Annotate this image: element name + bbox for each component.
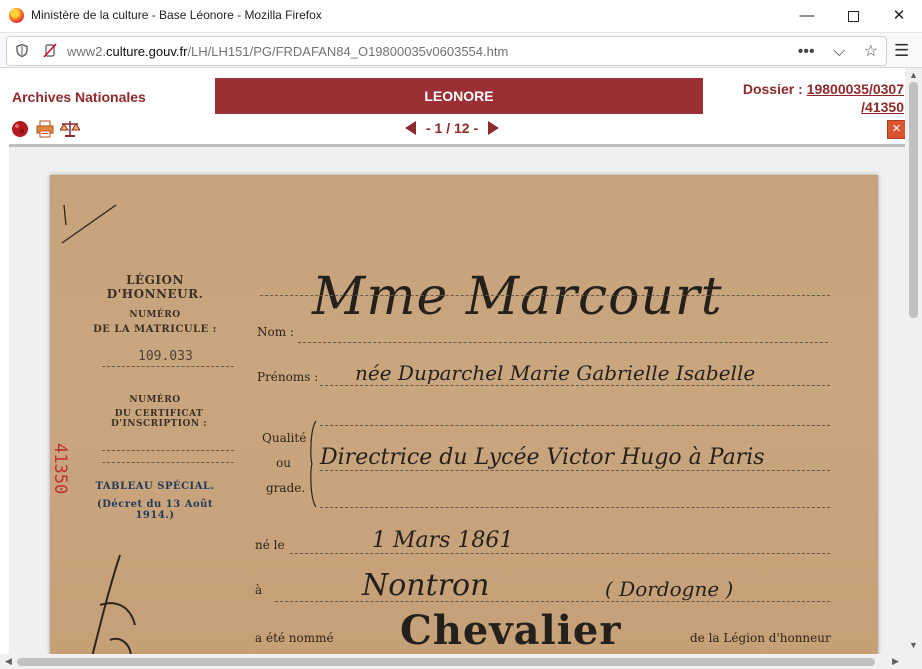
doc-rule (102, 450, 234, 451)
doc-matricule-label: NUMÉRO (129, 310, 181, 320)
url-bar[interactable]: www2.culture.gouv.fr/LH/LH151/PG/FRDAFAN… (6, 36, 887, 66)
doc-value-lieu: Nontron (362, 568, 490, 603)
doc-label-ordre: de la Légion d'honneur (690, 631, 831, 645)
scroll-down-icon[interactable]: ▼ (909, 640, 918, 650)
doc-matricule-label2: DE LA MATRICULE : (93, 324, 217, 335)
brace-mark (310, 420, 317, 508)
doc-value-ne: 1 Mars 1861 (372, 528, 514, 553)
leonore-banner: LEONORE (215, 78, 703, 114)
hamburger-menu-icon[interactable]: ☰ (894, 41, 909, 61)
url-text[interactable]: www2.culture.gouv.fr/LH/LH151/PG/FRDAFAN… (67, 44, 508, 59)
maximize-icon (847, 11, 859, 22)
doc-label-prenoms: Prénoms : (257, 370, 319, 384)
doc-special-decree: (Décret du 13 Août 1914.) (96, 499, 214, 521)
doc-stamp-number: 41350 (50, 443, 70, 495)
doc-label-ou: ou (276, 456, 291, 470)
document-viewer[interactable]: LÉGION D'HONNEUR. NUMÉRO DE LA MATRICULE… (9, 147, 905, 658)
firefox-logo-icon (9, 8, 24, 23)
doc-matricule-value: 109.033 (138, 349, 193, 364)
scroll-up-icon[interactable]: ▲ (909, 70, 918, 80)
doc-label-nom: Nom : (257, 325, 294, 339)
doc-rule (298, 342, 828, 343)
bookmark-star-icon[interactable]: ☆ (864, 41, 878, 61)
vertical-scrollbar[interactable]: ▲ ▼ (905, 68, 922, 654)
window-titlebar: Ministère de la culture - Base Léonore -… (0, 0, 922, 33)
pen-stroke-mark (61, 204, 117, 244)
doc-label-nomme: a été nommé (255, 631, 334, 645)
doc-rule (290, 553, 830, 554)
vertical-scroll-thumb[interactable] (909, 82, 918, 318)
page-indicator: - 1 / 12 - (426, 120, 479, 136)
doc-label-ne: né le (255, 538, 285, 552)
doc-value-prenoms: née Duparchel Marie Gabrielle Isabelle (355, 361, 756, 385)
page-content: Archives Nationales LEONORE Dossier : 19… (0, 68, 922, 669)
dossier-link-part2[interactable]: /41350 (861, 99, 904, 115)
doc-label-a: à (255, 583, 263, 597)
pagination: - 1 / 12 - (405, 120, 500, 136)
brand-title: Archives Nationales (12, 89, 146, 105)
doc-label-qualite: Qualité (262, 431, 307, 445)
maximize-button[interactable] (830, 0, 876, 32)
navigation-bar: www2.culture.gouv.fr/LH/LH151/PG/FRDAFAN… (0, 33, 922, 68)
doc-special-title: TABLEAU SPÉCIAL. (95, 481, 215, 492)
horizontal-scrollbar[interactable]: ◀ ▶ (0, 654, 922, 669)
more-icon[interactable]: ••• (798, 43, 815, 61)
horizontal-scroll-thumb[interactable] (17, 658, 875, 666)
close-viewer-button[interactable]: × (887, 120, 906, 139)
scales-icon[interactable] (60, 120, 80, 138)
scroll-right-icon[interactable]: ▶ (892, 656, 899, 667)
doc-rule (260, 295, 830, 296)
doc-rule (320, 470, 830, 471)
doc-value-dept: ( Dordogne ) (605, 577, 734, 601)
print-icon[interactable] (36, 120, 54, 138)
doc-rule (102, 462, 234, 463)
doc-value-grade: Chevalier (400, 607, 622, 654)
doc-value-qualite: Directrice du Lycée Victor Hugo à Paris (320, 445, 765, 470)
doc-rule (320, 425, 830, 426)
document-scan-image: LÉGION D'HONNEUR. NUMÉRO DE LA MATRICULE… (50, 175, 878, 658)
doc-heading: LÉGION D'HONNEUR. (106, 273, 204, 301)
doc-rule (320, 507, 830, 508)
minimize-button[interactable]: — (784, 0, 830, 32)
dossier-label: Dossier : (742, 81, 803, 97)
dossier-info: Dossier : 19800035/0307 /41350 (743, 80, 904, 116)
doc-label-grade: grade. (266, 481, 306, 495)
scroll-left-icon[interactable]: ◀ (5, 656, 12, 667)
url-actions: ••• ⌵ ☆ (784, 41, 878, 61)
handwritten-margin-note (90, 554, 136, 658)
close-window-button[interactable]: ✕ (876, 0, 922, 32)
shield-icon[interactable] (16, 44, 28, 57)
doc-rule (320, 385, 830, 386)
doc-rule (102, 366, 234, 367)
next-page-icon[interactable] (488, 121, 500, 135)
window-title: Ministère de la culture - Base Léonore -… (31, 8, 322, 22)
doc-value-nom: Mme Marcourt (312, 267, 723, 327)
doc-rule (275, 601, 830, 602)
permissions-blocked-icon[interactable] (43, 43, 57, 58)
dossier-link[interactable]: 19800035/0307 (807, 81, 904, 97)
record-icon[interactable] (11, 120, 29, 138)
pocket-icon[interactable]: ⌵ (833, 43, 845, 61)
doc-certificat-label2: DU CERTIFICAT D'INSCRIPTION : (110, 409, 208, 429)
doc-certificat-label: NUMÉRO (129, 395, 181, 405)
previous-page-icon[interactable] (405, 121, 416, 135)
